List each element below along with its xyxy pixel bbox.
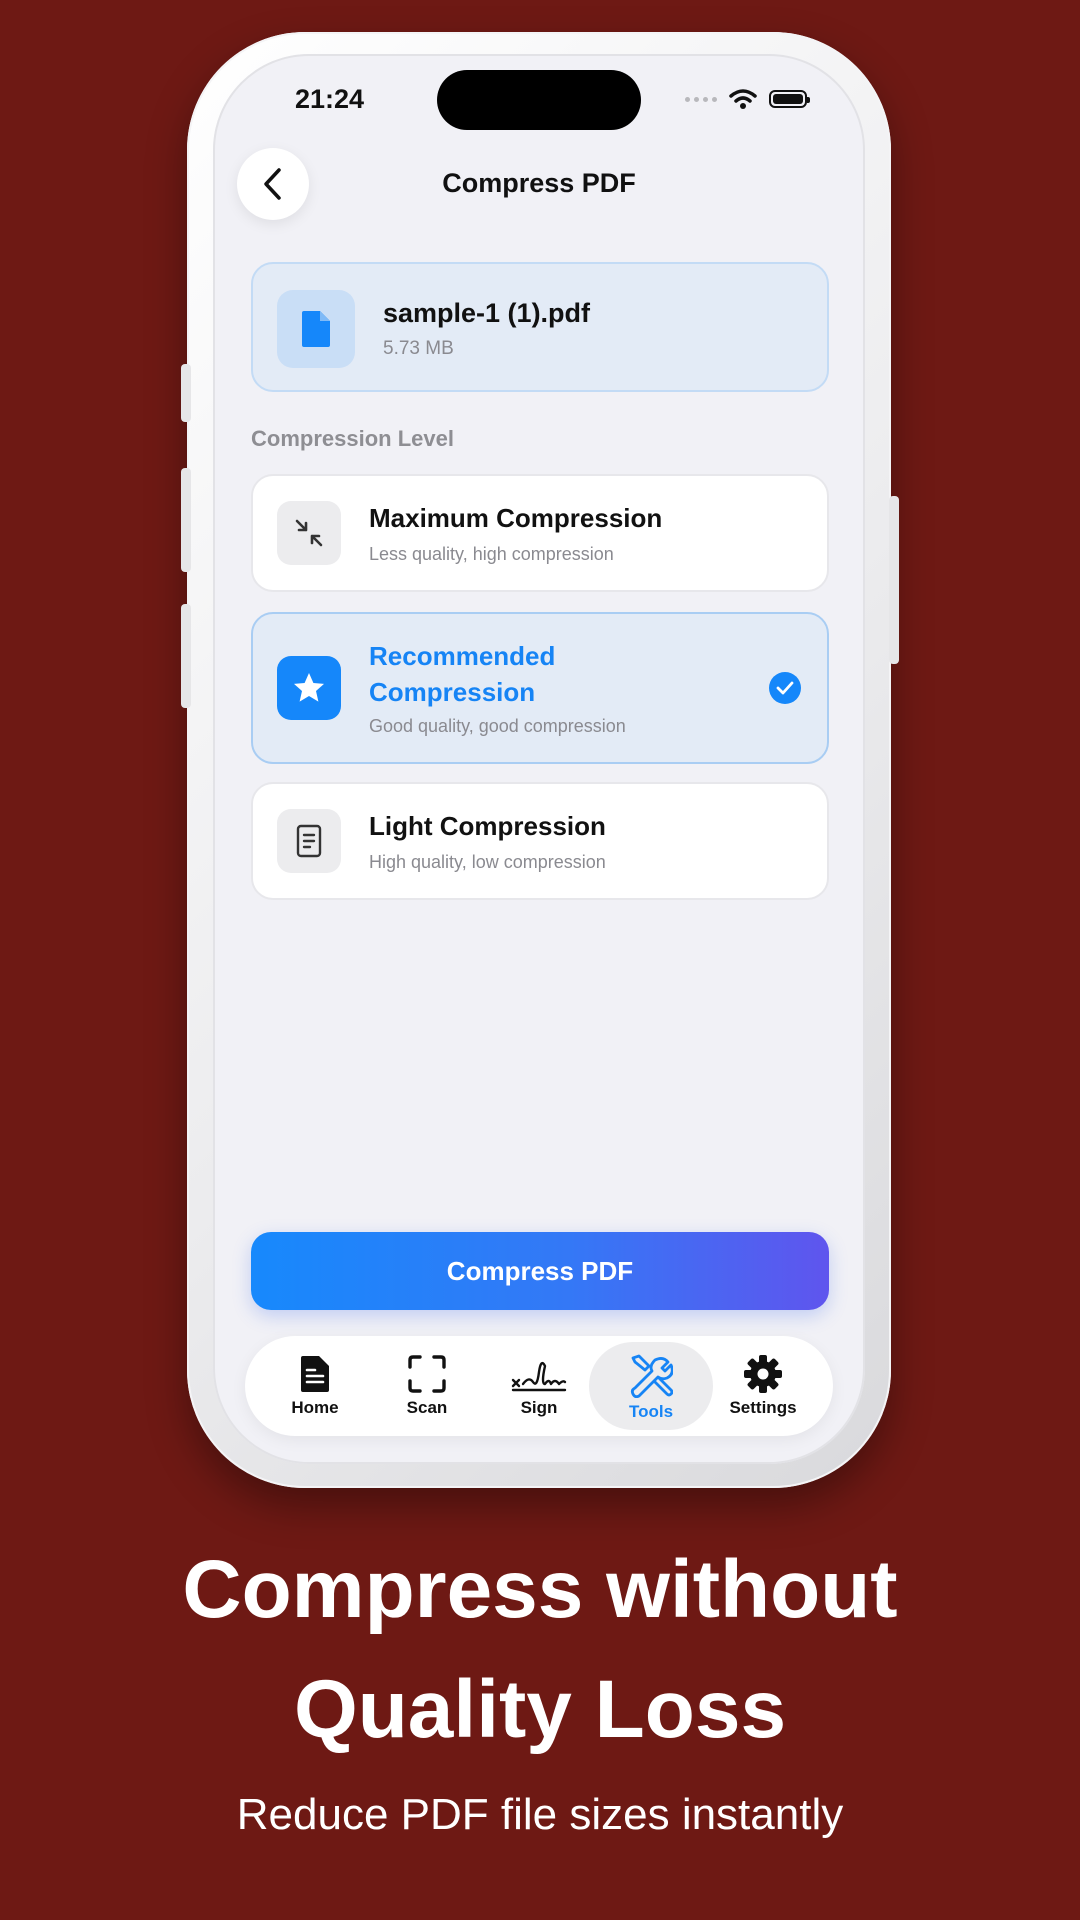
star-icon	[277, 656, 341, 720]
option-maximum-compression[interactable]: Maximum Compression Less quality, high c…	[251, 474, 829, 592]
tab-label: Home	[291, 1398, 339, 1417]
phone-screen: 21:24 Compress PDF sample-1 (1).pdf 5.73…	[213, 54, 865, 1464]
file-name: sample-1 (1).pdf	[383, 298, 591, 328]
tab-home[interactable]: Home	[253, 1342, 377, 1430]
file-icon	[302, 311, 330, 347]
scan-frame-icon	[408, 1355, 446, 1393]
wifi-icon	[729, 89, 757, 109]
page-title: Compress PDF	[442, 168, 636, 198]
status-icons	[685, 88, 810, 110]
gear-icon	[744, 1355, 782, 1393]
option-subtitle: Good quality, good compression	[369, 716, 626, 736]
power-button	[889, 496, 899, 664]
tab-settings[interactable]: Settings	[701, 1342, 825, 1430]
action-button	[181, 364, 191, 422]
marketing-headline: Compress without Quality Loss	[0, 1530, 1080, 1770]
option-subtitle: Less quality, high compression	[369, 544, 614, 564]
tab-label: Settings	[729, 1398, 797, 1417]
signal-dots-icon	[685, 96, 717, 102]
tab-sign[interactable]: Sign	[477, 1342, 601, 1430]
volume-up-button	[181, 468, 191, 572]
tab-tools[interactable]: Tools	[589, 1342, 713, 1430]
option-light-compression[interactable]: Light Compression High quality, low comp…	[251, 782, 829, 900]
tab-label: Scan	[406, 1398, 448, 1417]
file-size: 5.73 MB	[383, 338, 454, 359]
option-title: Recommended Compression	[369, 641, 556, 707]
option-subtitle: High quality, low compression	[369, 852, 606, 872]
compress-arrows-icon	[277, 501, 341, 565]
option-title: Light Compression	[369, 811, 606, 841]
checkmark-icon	[769, 672, 801, 704]
tab-bar: Home Scan Sign Tools Settings	[245, 1336, 833, 1436]
tab-label: Sign	[520, 1398, 558, 1417]
signature-icon	[511, 1361, 567, 1392]
file-icon-box	[277, 290, 355, 368]
selected-file-card[interactable]: sample-1 (1).pdf 5.73 MB	[251, 262, 829, 392]
battery-icon	[769, 90, 810, 108]
document-lines-icon	[277, 809, 341, 873]
compress-pdf-button[interactable]: Compress PDF	[251, 1232, 829, 1310]
tools-icon	[630, 1354, 673, 1398]
tab-label: Tools	[628, 1402, 674, 1421]
tab-scan[interactable]: Scan	[365, 1342, 489, 1430]
marketing-subline: Reduce PDF file sizes instantly	[236, 1790, 844, 1839]
section-label: Compression Level	[251, 426, 454, 451]
option-title: Maximum Compression	[369, 503, 663, 533]
dynamic-island	[437, 70, 641, 130]
headline-line-1: Compress without	[182, 1544, 898, 1635]
volume-down-button	[181, 604, 191, 708]
document-icon	[301, 1356, 329, 1392]
option-recommended-compression[interactable]: Recommended Compression Good quality, go…	[251, 612, 829, 764]
headline-line-2: Quality Loss	[293, 1664, 787, 1755]
status-time: 21:24	[295, 84, 365, 114]
